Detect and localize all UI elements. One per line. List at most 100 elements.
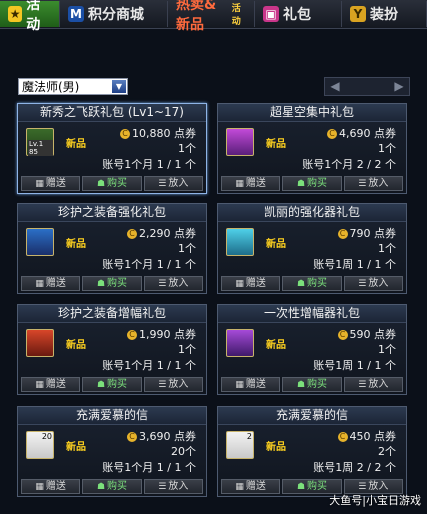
chevron-down-icon[interactable]: ▼ — [112, 80, 126, 93]
cart-icon: ☗ — [296, 179, 306, 189]
buy-button[interactable]: ☗ 购买 — [82, 377, 142, 392]
tab-hot-new[interactable]: 热卖&新品 活动 — [168, 0, 255, 33]
product-card[interactable]: 珍护之装备强化礼包 新品 C 2,290 点券 1个 账号1个月 1 / 1 个 … — [17, 203, 207, 294]
gift-button[interactable]: ▦ 赠送 — [21, 479, 81, 494]
card-actions: ▦ 赠送 ☗ 购买 ☰ 放入 — [20, 479, 204, 494]
trophy-icon: Y — [350, 6, 366, 22]
class-select-value: 魔法师(男) — [22, 80, 80, 94]
gift-pack-icon — [226, 329, 254, 357]
product-title: 一次性增幅器礼包 — [218, 305, 406, 323]
tab-gift-pack[interactable]: ▣ 礼包 — [255, 1, 342, 27]
basket-icon: ☰ — [358, 482, 367, 492]
quantity: 1个 — [178, 242, 196, 255]
gift-icon: ▦ — [35, 482, 44, 492]
quantity: 1个 — [178, 343, 196, 356]
new-badge: 新品 — [66, 239, 86, 250]
new-badge: 新品 — [266, 239, 286, 250]
gift-button[interactable]: ▦ 赠送 — [221, 377, 281, 392]
card-actions: ▦ 赠送 ☗ 购买 ☰ 放入 — [20, 377, 204, 392]
add-to-cart-button[interactable]: ☰ 放入 — [343, 176, 403, 191]
add-to-cart-button[interactable]: ☰ 放入 — [143, 276, 203, 291]
quantity: 1个 — [378, 142, 396, 155]
new-badge: 新品 — [66, 340, 86, 351]
gift-icon: ▦ — [235, 380, 244, 390]
basket-icon: ☰ — [158, 482, 167, 492]
gift-icon: ▦ — [35, 179, 44, 189]
add-to-cart-button[interactable]: ☰ 放入 — [143, 176, 203, 191]
star-icon: ★ — [8, 6, 23, 22]
next-page-button[interactable]: ▶ — [389, 78, 409, 95]
basket-icon: ☰ — [158, 179, 167, 189]
gift-button[interactable]: ▦ 赠送 — [21, 176, 81, 191]
card-actions: ▦ 赠送 ☗ 购买 ☰ 放入 — [20, 276, 204, 291]
product-card[interactable]: 充满爱慕的信 2 新品 C 450 点券 2个 账号1周 2 / 2 个 ▦ 赠送 … — [217, 406, 407, 497]
buy-button[interactable]: ☗ 购买 — [82, 276, 142, 291]
watermark: 大鱼号|小宝日游戏 — [329, 494, 421, 507]
coin-icon: C — [337, 330, 348, 340]
pager: ◀ ▶ — [324, 77, 410, 96]
buy-button[interactable]: ☗ 购买 — [282, 276, 342, 291]
card-actions: ▦ 赠送 ☗ 购买 ☰ 放入 — [20, 176, 204, 191]
purchase-limit: 账号1周 1 / 1 个 — [313, 258, 396, 271]
coin-icon: C — [337, 229, 348, 239]
purchase-limit: 账号1个月 1 / 1 个 — [102, 359, 196, 372]
coin-icon: C — [120, 129, 130, 139]
buy-button[interactable]: ☗ 购买 — [282, 377, 342, 392]
add-to-cart-button[interactable]: ☰ 放入 — [343, 276, 403, 291]
class-select[interactable]: 魔法师(男) ▼ — [18, 78, 128, 95]
purchase-limit: 账号1个月 1 / 1 个 — [102, 258, 196, 271]
tab-activity[interactable]: ★ 活动 — [0, 0, 60, 33]
product-card[interactable]: 充满爱慕的信 20 新品 C 3,690 点券 20个 账号1个月 1 / 1 个… — [17, 406, 207, 497]
basket-icon: ☰ — [158, 380, 167, 390]
gift-button[interactable]: ▦ 赠送 — [21, 276, 81, 291]
buy-button[interactable]: ☗ 购买 — [282, 176, 342, 191]
quantity: 1个 — [378, 242, 396, 255]
purchase-limit: 账号1个月 1 / 1 个 — [102, 461, 196, 474]
add-to-cart-button[interactable]: ☰ 放入 — [143, 377, 203, 392]
purchase-limit: 账号1周 2 / 2 个 — [313, 461, 396, 474]
card-actions: ▦ 赠送 ☗ 购买 ☰ 放入 — [220, 276, 404, 291]
new-badge: 新品 — [66, 442, 86, 453]
gift-icon: ▦ — [35, 279, 44, 289]
cart-icon: ☗ — [296, 482, 306, 492]
cart-icon: ☗ — [96, 380, 106, 390]
product-card[interactable]: 超星空集中礼包 新品 C 4,690 点券 1个 账号1个月 2 / 2 个 ▦ 赠… — [217, 103, 407, 194]
add-to-cart-button[interactable]: ☰ 放入 — [343, 377, 403, 392]
tab-points-mall[interactable]: M 积分商城 — [60, 1, 168, 27]
tab-hot-new-label: 热卖&新品 — [176, 0, 217, 33]
m-logo-icon: M — [68, 6, 84, 22]
price: C 3,690 点券 — [127, 428, 196, 444]
gift-button[interactable]: ▦ 赠送 — [221, 479, 281, 494]
quantity: 2个 — [378, 445, 396, 458]
buy-button[interactable]: ☗ 购买 — [82, 176, 142, 191]
prev-page-button[interactable]: ◀ — [325, 78, 345, 95]
add-to-cart-button[interactable]: ☰ 放入 — [143, 479, 203, 494]
price: C 1,990 点券 — [127, 326, 196, 342]
product-card[interactable]: 凯丽的强化器礼包 新品 C 790 点券 1个 账号1周 1 / 1 个 ▦ 赠送 … — [217, 203, 407, 294]
tab-avatar[interactable]: Y 装扮 — [342, 1, 427, 27]
gift-button[interactable]: ▦ 赠送 — [221, 276, 281, 291]
buy-button[interactable]: ☗ 购买 — [82, 479, 142, 494]
tab-gift-pack-label: 礼包 — [283, 7, 311, 23]
coin-icon: C — [127, 330, 137, 340]
product-title: 凯丽的强化器礼包 — [218, 204, 406, 222]
price: C 790 点券 — [337, 225, 396, 241]
cart-icon: ☗ — [96, 279, 106, 289]
product-card[interactable]: 新秀之飞跃礼包 (Lv1~17) Lv.1 85 新品 C 10,880 点券 1… — [17, 103, 207, 194]
gift-icon: ▣ — [263, 6, 279, 22]
gift-pack-icon — [226, 128, 254, 156]
product-card[interactable]: 珍护之装备增幅礼包 新品 C 1,990 点券 1个 账号1个月 1 / 1 个 … — [17, 304, 207, 395]
icon-label: Lv.1 85 — [28, 140, 53, 156]
cart-icon: ☗ — [296, 380, 306, 390]
product-title: 珍护之装备增幅礼包 — [18, 305, 206, 323]
new-badge: 新品 — [266, 340, 286, 351]
gift-pack-icon: Lv.1 85 — [26, 128, 54, 156]
coin-icon: C — [337, 432, 348, 442]
product-title: 超星空集中礼包 — [218, 104, 406, 122]
quantity: 1个 — [178, 142, 196, 155]
gift-button[interactable]: ▦ 赠送 — [221, 176, 281, 191]
cart-icon: ☗ — [296, 279, 306, 289]
product-card[interactable]: 一次性增幅器礼包 新品 C 590 点券 1个 账号1周 1 / 1 个 ▦ 赠送 … — [217, 304, 407, 395]
letter-icon: 2 — [226, 431, 254, 459]
gift-button[interactable]: ▦ 赠送 — [21, 377, 81, 392]
